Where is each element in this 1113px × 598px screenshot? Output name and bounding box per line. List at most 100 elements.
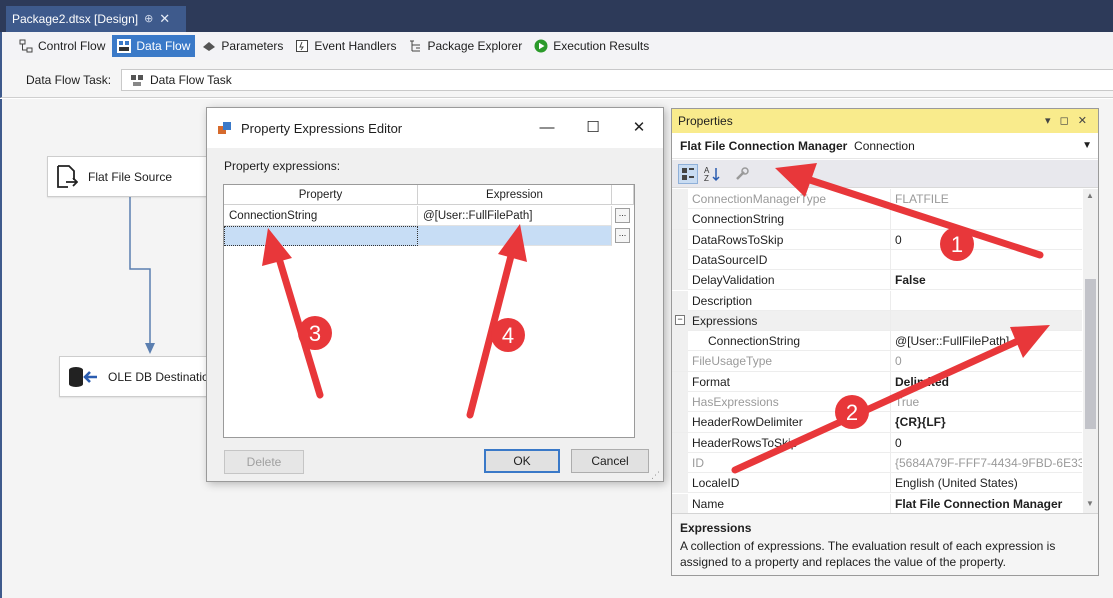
property-value[interactable]: True [890, 392, 1082, 412]
property-value[interactable] [890, 249, 1082, 270]
expression-builder-button[interactable]: ... [615, 208, 630, 223]
tab-event-handlers[interactable]: Event Handlers [290, 35, 401, 57]
row-gutter [672, 371, 688, 392]
component-label: Flat File Source [88, 169, 173, 184]
categorized-button[interactable] [678, 164, 698, 184]
ok-button[interactable]: OK [484, 449, 560, 473]
maximize-button[interactable]: ☐ [575, 116, 611, 140]
minimize-button[interactable]: — [529, 116, 565, 140]
expression-cell-new[interactable] [418, 226, 612, 246]
property-row[interactable]: ConnectionManagerType FLATFILE [672, 189, 1082, 210]
property-value[interactable]: FLATFILE [890, 189, 1082, 209]
properties-scrollbar[interactable]: ▲ ▼ [1083, 189, 1098, 513]
expression-cell[interactable]: @[User::FullFilePath] [418, 206, 612, 226]
dialog-title: Property Expressions Editor [241, 121, 403, 136]
collapse-icon[interactable]: − [675, 314, 685, 325]
scroll-thumb[interactable] [1085, 279, 1096, 429]
data-flow-icon [117, 39, 132, 53]
property-expressions-editor-dialog: Property Expressions Editor — ☐ ✕ Proper… [206, 107, 664, 482]
close-icon[interactable]: ✕ [159, 6, 170, 32]
property-name: DelayValidation [692, 273, 775, 288]
property-row[interactable]: Description [672, 290, 1082, 311]
pin-icon[interactable]: ⊕ [144, 6, 153, 32]
property-cell-new[interactable] [224, 226, 418, 246]
scroll-up-icon[interactable]: ▲ [1086, 191, 1094, 200]
data-flow-task-selector[interactable]: Data Flow Task [121, 69, 1113, 91]
property-value[interactable]: {CR}{LF} [890, 412, 1082, 433]
property-value[interactable]: English (United States) [890, 473, 1082, 494]
property-value[interactable]: 0 [890, 229, 1082, 250]
row-gutter [672, 290, 688, 311]
object-name: Flat File Connection Manager [680, 139, 848, 153]
property-row[interactable]: ID {5684A79F-FFF7-4434-9FBD-6E33C [672, 452, 1082, 474]
row-gutter [672, 432, 688, 453]
properties-toolbar: AZ [672, 160, 1098, 188]
property-name: FileUsageType [692, 354, 773, 369]
row-gutter [672, 249, 688, 270]
tab-parameters[interactable]: Parameters [197, 35, 288, 57]
property-value[interactable]: False [890, 270, 1082, 291]
property-expressions-grid[interactable]: Property Expression ConnectionString @[U… [223, 184, 635, 438]
categorized-icon [682, 168, 694, 180]
property-value[interactable]: @[User::FullFilePath] [890, 331, 1082, 352]
property-row[interactable]: ConnectionString [672, 209, 1082, 230]
tab-data-flow[interactable]: Data Flow [112, 35, 196, 57]
data-flow-task-value: Data Flow Task [150, 73, 232, 87]
expression-builder-button[interactable]: ... [615, 228, 630, 243]
property-row[interactable]: HeaderRowsToSkip 0 [672, 432, 1082, 453]
tab-execution-results[interactable]: Execution Results [529, 35, 654, 57]
property-value[interactable]: 0 [890, 351, 1082, 372]
property-row[interactable]: HasExpressions True [672, 392, 1082, 413]
property-row[interactable]: LocaleID English (United States) [672, 473, 1082, 494]
window-controls-icon[interactable]: ▾ ◻ ✕ [1045, 109, 1090, 133]
expression-column-header[interactable]: Expression [418, 185, 612, 205]
property-name: Expressions [692, 313, 758, 328]
delete-button[interactable]: Delete [224, 450, 304, 474]
property-row[interactable]: Format Delimited [672, 371, 1082, 392]
dialog-title-bar[interactable]: Property Expressions Editor — ☐ ✕ [207, 108, 663, 148]
property-row[interactable]: Name Flat File Connection Manager [672, 493, 1082, 513]
property-pages-button[interactable] [732, 164, 752, 184]
ole-db-destination-component[interactable]: OLE DB Destination [59, 356, 219, 397]
property-value[interactable] [890, 310, 1082, 331]
property-row[interactable]: DataRowsToSkip 0 [672, 229, 1082, 250]
property-name: HeaderRowsToSkip [692, 435, 798, 450]
property-row[interactable]: DelayValidation False [672, 270, 1082, 291]
dialog-close-button[interactable]: ✕ [621, 116, 657, 140]
tab-control-flow[interactable]: Control Flow [14, 35, 110, 57]
property-description-pane: Expressions A collection of expressions.… [672, 513, 1098, 575]
scroll-down-icon[interactable]: ▼ [1086, 499, 1094, 508]
flat-file-source-component[interactable]: Flat File Source [47, 156, 217, 197]
property-value[interactable]: Delimited [890, 371, 1082, 392]
alphabetical-button[interactable]: AZ [702, 164, 722, 184]
property-value[interactable] [890, 209, 1082, 230]
property-row[interactable]: FileUsageType 0 [672, 351, 1082, 372]
property-value[interactable] [890, 290, 1082, 311]
designer-tab-bar: Control Flow Data Flow Parameters Event … [0, 32, 1113, 60]
property-value[interactable]: {5684A79F-FFF7-4434-9FBD-6E33C [890, 452, 1082, 473]
property-column-header[interactable]: Property [224, 185, 418, 205]
property-row[interactable]: HeaderRowDelimiter {CR}{LF} [672, 412, 1082, 433]
row-gutter [672, 473, 688, 494]
property-cell[interactable]: ConnectionString [224, 206, 418, 226]
properties-title-bar[interactable]: Properties ▾ ◻ ✕ [672, 109, 1098, 133]
property-grid[interactable]: ConnectionManagerType FLATFILE ConnectionS… [672, 189, 1082, 513]
property-name: ConnectionManagerType [692, 192, 827, 206]
property-name: DataSourceID [692, 252, 768, 267]
property-value[interactable]: 0 [890, 432, 1082, 453]
object-selector[interactable]: Flat File Connection Manager Connection … [672, 133, 1098, 159]
property-row[interactable]: ConnectionString @[User::FullFilePath] [672, 331, 1082, 352]
object-type: Connection [854, 139, 915, 153]
tab-package-explorer[interactable]: Package Explorer [403, 35, 527, 57]
document-tab[interactable]: Package2.dtsx [Design] ⊕ ✕ [6, 6, 186, 32]
svg-text:Z: Z [704, 174, 709, 183]
property-category-row[interactable]: − Expressions [672, 310, 1082, 332]
cancel-button[interactable]: Cancel [571, 449, 649, 473]
tab-label: Package Explorer [427, 39, 523, 53]
row-gutter [672, 392, 688, 412]
property-value[interactable]: Flat File Connection Manager [890, 493, 1082, 513]
resize-grip-icon[interactable]: ⋰ [651, 470, 660, 481]
property-row[interactable]: DataSourceID [672, 249, 1082, 271]
property-name: DataRowsToSkip [692, 232, 784, 247]
dialog-app-icon [218, 121, 232, 135]
